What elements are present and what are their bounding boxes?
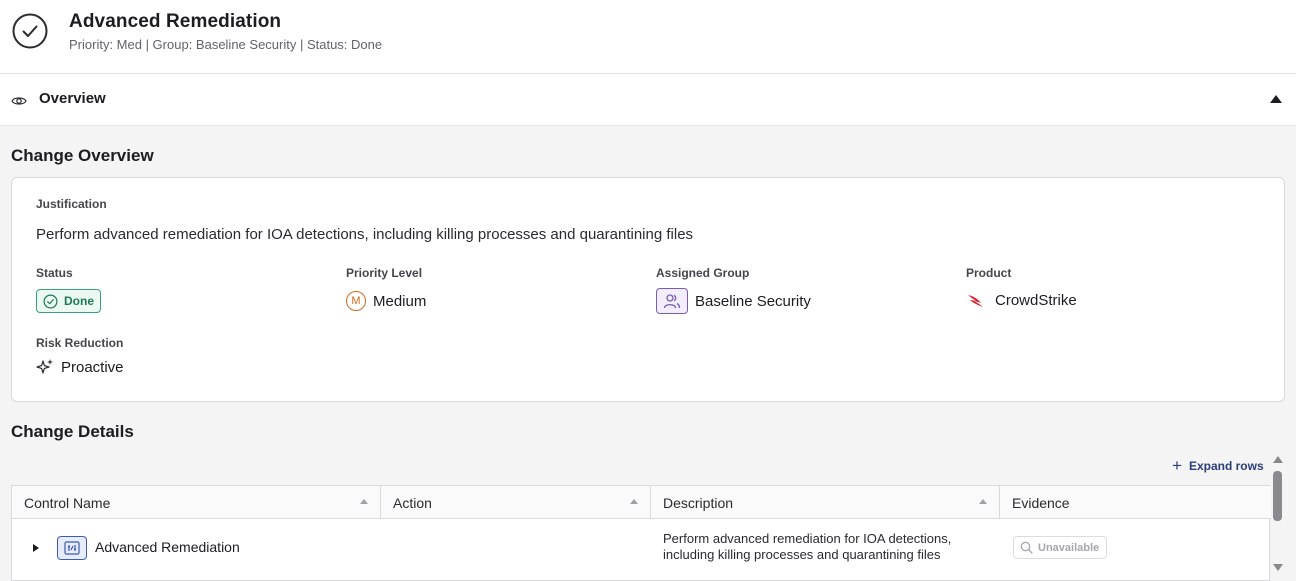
sparkles-icon [36,359,53,374]
group-label: Assigned Group [656,266,750,280]
sort-icon[interactable] [360,499,368,504]
overview-label: Overview [39,90,106,107]
control-icon [57,536,87,560]
status-label: Status [36,266,73,280]
risk-label: Risk Reduction [36,336,124,350]
status-badge-text: Done [64,294,94,308]
priority-label: Priority Level [346,266,423,280]
column-header-label: Evidence [1012,494,1070,511]
change-details-title: Change Details [11,422,134,441]
check-circle-icon [43,294,58,308]
product-label: Product [966,266,1012,280]
group-text: Baseline Security [695,292,811,310]
table-row[interactable]: Advanced Remediation Perform advanced re… [12,520,1271,580]
status-badge: Done [36,289,101,313]
page-subtitle: Priority: Med | Group: Baseline Security… [69,37,383,52]
product-value: CrowdStrike [966,291,1077,309]
justification-text: Perform advanced remediation for IOA det… [36,226,694,243]
expand-rows-button[interactable]: + Expand rows [1172,457,1264,474]
column-header-description[interactable]: Description [651,486,1000,519]
column-header-label: Control Name [24,494,111,511]
scroll-up-arrow-icon[interactable] [1273,456,1283,463]
description-cell: Perform advanced remediation for IOA det… [663,531,952,562]
eye-icon [11,97,27,105]
overview-accordion-toggle[interactable]: Overview [0,74,1296,126]
column-header-evidence[interactable]: Evidence [1000,486,1271,519]
scroll-down-arrow-icon[interactable] [1273,564,1283,571]
priority-text: Medium [373,292,427,310]
users-icon [656,288,688,314]
column-header-control-name[interactable]: Control Name [12,486,381,519]
priority-value: M Medium [346,291,426,311]
scrollbar-thumb[interactable] [1273,471,1282,521]
justification-label: Justification [36,197,107,211]
evidence-text: Unavailable [1038,541,1100,554]
column-header-label: Action [393,494,432,511]
change-overview-card: Justification Perform advanced remediati… [11,177,1285,402]
crowdstrike-logo-icon [968,295,983,307]
page-header: Advanced Remediation Priority: Med | Gro… [0,0,1296,74]
change-overview-title: Change Overview [11,146,154,165]
group-value: Baseline Security [656,288,811,314]
search-icon [1020,541,1033,554]
sort-icon[interactable] [630,499,638,504]
priority-medium-icon: M [346,291,366,311]
page-title: Advanced Remediation [69,11,282,32]
sort-icon[interactable] [979,499,987,504]
check-circle-icon [12,13,48,49]
table-header: Control Name Action Description Evidence [12,486,1271,519]
change-details-table: Control Name Action Description Evidence… [11,485,1271,581]
expand-row-icon[interactable] [33,544,39,552]
column-header-action[interactable]: Action [381,486,651,519]
risk-text: Proactive [61,358,124,376]
control-name-cell: Advanced Remediation [95,539,240,555]
vertical-scrollbar[interactable] [1270,452,1285,581]
plus-icon: + [1172,456,1182,475]
caret-up-icon[interactable] [1270,95,1282,103]
risk-value: Proactive [36,358,124,376]
status-value: Done [36,289,101,313]
expand-rows-label: Expand rows [1188,458,1264,473]
column-header-label: Description [663,494,734,511]
product-text: CrowdStrike [995,291,1077,309]
evidence-unavailable-badge: Unavailable [1013,536,1108,559]
